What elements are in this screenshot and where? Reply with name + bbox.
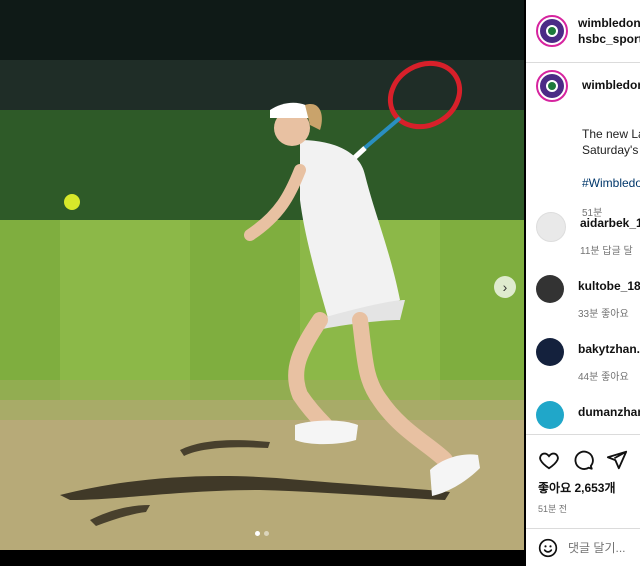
flag-avatar-icon[interactable] <box>536 401 564 429</box>
user-avatar-icon[interactable] <box>536 212 566 242</box>
likes-count[interactable]: 좋아요 2,653개 <box>538 479 640 496</box>
comment-item: bakytzhan. 44분 좋아요 <box>536 338 640 383</box>
slide-indicator <box>255 531 269 536</box>
user-avatar-icon[interactable] <box>536 338 564 366</box>
caption: wimbledon The new La Saturday's l #Wimbl… <box>536 70 640 219</box>
caption-line-2: Saturday's l <box>582 143 640 157</box>
comment-username[interactable]: dumanzhan <box>578 405 640 419</box>
comment-icon[interactable] <box>572 449 594 471</box>
post-media: › <box>0 0 524 550</box>
post-side-panel: wimbledon hsbc_sport wimbledon The new L… <box>526 0 640 566</box>
tennis-photo <box>0 0 524 550</box>
comment-username[interactable]: kultobe_18 <box>578 279 640 293</box>
post-time: 51분 전 <box>538 504 568 514</box>
caption-line-1: The new La <box>582 127 640 141</box>
header-username-2[interactable]: hsbc_sport <box>578 31 640 47</box>
emoji-icon[interactable] <box>538 538 558 558</box>
slide-dot <box>255 531 260 536</box>
comment-input[interactable]: 댓글 달기... <box>568 539 626 556</box>
hashtag-link[interactable]: #Wimbledo <box>582 176 640 190</box>
post-header: wimbledon hsbc_sport <box>526 0 640 63</box>
comment-meta[interactable]: 11분 답글 달 <box>580 242 640 257</box>
add-comment-bar: 댓글 달기... <box>526 528 640 566</box>
share-icon[interactable] <box>606 449 628 471</box>
comment-username[interactable]: bakytzhan. <box>578 342 640 356</box>
comment-item: kultobe_18 33분 좋아요 <box>536 275 640 320</box>
comment-meta[interactable]: 44분 좋아요 <box>578 368 640 383</box>
comment-username[interactable]: aidarbek_10 <box>580 216 640 230</box>
slide-dot <box>264 531 269 536</box>
wimbledon-logo-icon[interactable] <box>536 15 568 47</box>
comment-item: dumanzhan <box>536 401 640 429</box>
wimbledon-logo-icon[interactable] <box>536 70 568 102</box>
caption-username[interactable]: wimbledon <box>582 78 640 102</box>
next-slide-button[interactable]: › <box>494 276 516 298</box>
header-usernames[interactable]: wimbledon hsbc_sport <box>578 15 640 47</box>
user-avatar-icon[interactable] <box>536 275 564 303</box>
comment-meta[interactable]: 33분 좋아요 <box>578 305 640 320</box>
comment-item: aidarbek_10 11분 답글 달 <box>536 212 640 257</box>
heart-icon[interactable] <box>538 449 560 471</box>
caption-text: The new La Saturday's l <box>582 126 640 158</box>
header-username-1[interactable]: wimbledon <box>578 15 640 31</box>
